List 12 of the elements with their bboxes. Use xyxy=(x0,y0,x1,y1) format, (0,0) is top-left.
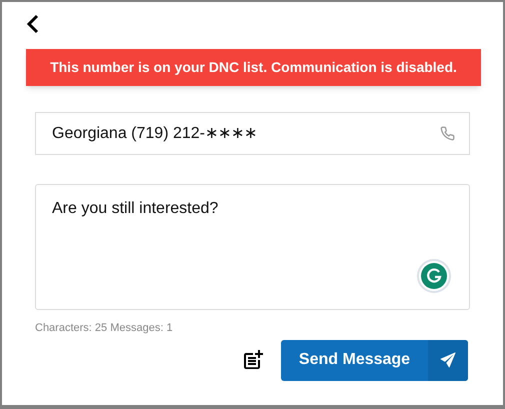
phone-icon xyxy=(440,126,455,141)
recipient-field[interactable]: Georgiana (719) 212-∗∗∗∗ xyxy=(35,112,470,155)
recipient-value: Georgiana (719) 212-∗∗∗∗ xyxy=(52,124,257,144)
add-note-icon[interactable] xyxy=(241,348,265,372)
message-value: Are you still interested? xyxy=(52,200,218,217)
send-button[interactable]: Send Message xyxy=(281,340,468,380)
alert-text: This number is on your DNC list. Communication is disabled. xyxy=(50,58,457,77)
character-counter: Characters: 25 Messages: 1 xyxy=(35,321,173,336)
grammar-icon[interactable] xyxy=(417,259,451,293)
back-icon xyxy=(26,14,40,34)
send-icon xyxy=(438,350,458,370)
message-field[interactable]: Are you still interested? xyxy=(35,184,470,310)
